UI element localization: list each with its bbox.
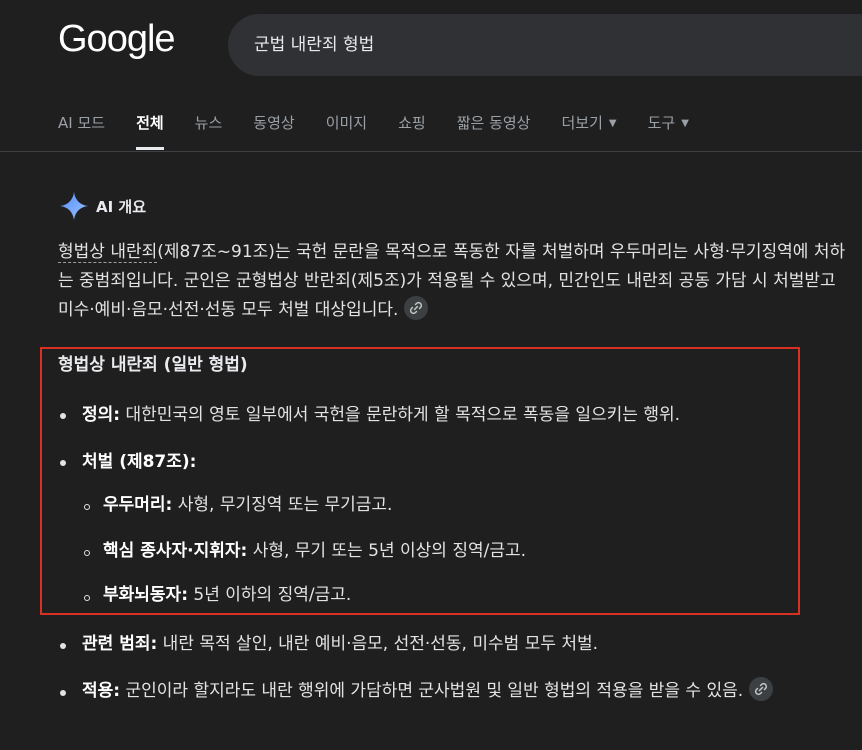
sub-label: 부화뇌동자:	[103, 585, 188, 605]
tab-tools[interactable]: 도구 ▼	[648, 102, 689, 148]
tab-all[interactable]: 전체	[136, 102, 164, 150]
google-logo[interactable]: Google	[58, 18, 176, 61]
definition-text: 대한민국의 영토 일부에서 국헌을 문란하게 할 목적으로 폭동을 일으키는 행…	[120, 405, 681, 425]
header: Google AI 모드 전체 뉴스 동영상 이미지 쇼핑 짧은 동영상 더보기…	[0, 0, 862, 152]
sub-text: 5년 이하의 징역/금고.	[188, 585, 352, 605]
caret-down-icon: ▼	[681, 117, 689, 129]
apply-text: 군인이라 할지라도 내란 행위에 가담하면 군사법원 및 일반 형법의 적용을 …	[120, 681, 744, 701]
list-item-punishment: 처벌 (제87조):	[82, 447, 196, 477]
ai-overview-title: AI 개요	[96, 197, 147, 216]
source-link-button[interactable]	[404, 296, 429, 320]
ai-overview-intro: 형법상 내란죄(제87조~91조)는 국헌 문란을 목적으로 폭동한 자를 처벌…	[58, 238, 848, 325]
sub-label: 우두머리:	[103, 495, 173, 515]
tab-videos[interactable]: 동영상	[253, 102, 294, 148]
apply-label: 적용:	[82, 681, 121, 701]
bullet-dot	[60, 460, 66, 466]
intro-text: (제87조~91조)는 국헌 문란을 목적으로 폭동한 자를 처벌하며 우두머리…	[58, 242, 846, 320]
tab-tools-label: 도구	[647, 114, 676, 132]
tab-short-videos[interactable]: 짧은 동영상	[457, 102, 531, 148]
bullet-dot	[60, 413, 66, 419]
sub-text: 사형, 무기징역 또는 무기금고.	[172, 495, 393, 515]
sub-item-leader: 우두머리: 사형, 무기징역 또는 무기금고.	[103, 490, 392, 520]
ai-overview-header: AI 개요	[58, 190, 146, 222]
list-item-definition: 정의: 대한민국의 영토 일부에서 국헌을 문란하게 할 목적으로 폭동을 일으…	[82, 400, 680, 430]
tab-images[interactable]: 이미지	[326, 102, 367, 148]
tab-more[interactable]: 더보기 ▼	[561, 102, 616, 148]
sub-bullet-circle	[84, 595, 90, 601]
section-title: 형법상 내란죄 (일반 형법)	[58, 355, 248, 375]
list-item-related: 관련 범죄: 내란 목적 살인, 내란 예비·음모, 선전·선동, 미수범 모두…	[82, 629, 598, 659]
related-text: 내란 목적 살인, 내란 예비·음모, 선전·선동, 미수범 모두 처벌.	[157, 634, 599, 654]
nav-tabs: AI 모드 전체 뉴스 동영상 이미지 쇼핑 짧은 동영상 더보기 ▼ 도구 ▼	[58, 102, 720, 152]
sub-bullet-circle	[84, 504, 90, 510]
bullet-dot	[60, 643, 66, 649]
sub-bullet-circle	[84, 550, 90, 556]
tab-more-label: 더보기	[561, 114, 603, 132]
tab-news[interactable]: 뉴스	[195, 102, 223, 148]
sub-item-core-members: 핵심 종사자·지휘자: 사형, 무기 또는 5년 이상의 징역/금고.	[103, 536, 526, 566]
related-label: 관련 범죄:	[82, 634, 158, 654]
search-bar[interactable]	[228, 14, 862, 76]
caret-down-icon: ▼	[608, 117, 617, 129]
search-input[interactable]	[254, 14, 814, 76]
bullet-dot	[60, 690, 66, 696]
highlight-box	[40, 347, 800, 615]
sub-text: 사형, 무기 또는 5년 이상의 징역/금고.	[247, 541, 527, 561]
punishment-label: 처벌 (제87조):	[82, 452, 197, 472]
sub-label: 핵심 종사자·지휘자:	[103, 541, 248, 561]
tab-shopping[interactable]: 쇼핑	[398, 102, 426, 148]
list-item-apply: 적용: 군인이라 할지라도 내란 행위에 가담하면 군사법원 및 일반 형법의 …	[82, 676, 852, 706]
link-icon	[410, 301, 423, 315]
gemini-sparkle-icon	[60, 192, 88, 220]
sub-item-followers: 부화뇌동자: 5년 이하의 징역/금고.	[103, 580, 351, 610]
link-icon	[755, 682, 768, 696]
tab-ai-mode[interactable]: AI 모드	[58, 102, 105, 148]
intro-term-link[interactable]: 형법상 내란죄	[58, 242, 158, 263]
source-link-button[interactable]	[749, 677, 774, 701]
definition-label: 정의:	[82, 405, 121, 425]
